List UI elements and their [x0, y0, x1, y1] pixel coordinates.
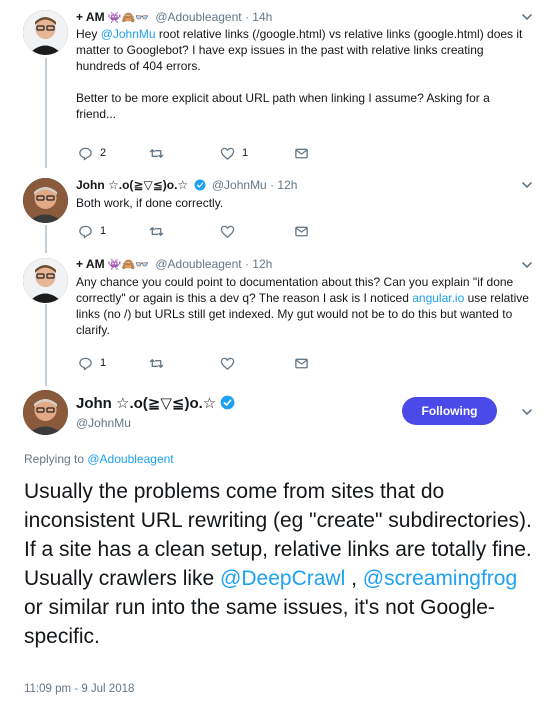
like-button[interactable]	[220, 223, 235, 239]
chevron-down-icon[interactable]	[520, 258, 534, 272]
reply-count: 1	[100, 225, 107, 237]
separator: ·	[244, 257, 249, 271]
author-name[interactable]: + AM	[76, 257, 105, 271]
retweet-button[interactable]	[149, 355, 164, 371]
url-link[interactable]: angular.io	[412, 291, 464, 305]
like-icon	[220, 225, 235, 238]
reply-button[interactable]: 2	[78, 145, 106, 161]
author-emoji: 👾🙈👓	[107, 12, 149, 24]
reply-icon	[79, 147, 92, 160]
reply-icon	[79, 357, 92, 370]
like-button[interactable]: 1	[220, 145, 248, 161]
replying-to-mention[interactable]: @Adoubleagent	[87, 452, 173, 466]
message-button[interactable]	[294, 145, 309, 161]
verified-icon	[220, 395, 235, 410]
tweet-2[interactable]: John ☆.o(≧▽≦)o.☆ @JohnMu · 12h Both work…	[0, 168, 552, 248]
like-count: 1	[242, 147, 249, 159]
chevron-down-icon[interactable]	[520, 178, 534, 192]
main-author-name[interactable]: John ☆.o(≧▽≦)o.☆	[76, 394, 235, 412]
main-avatar[interactable]	[23, 390, 68, 435]
retweet-icon	[149, 358, 164, 368]
tweet-actions: 1	[76, 355, 336, 371]
separator: ·	[270, 178, 275, 192]
message-icon	[295, 148, 308, 158]
reply-button[interactable]: 1	[78, 355, 106, 371]
reply-count: 1	[100, 357, 107, 369]
tweet-1[interactable]: + AM 👾🙈👓 @Adoubleagent · 14h Hey @JohnMu…	[0, 0, 552, 168]
message-icon	[295, 358, 308, 368]
tweet-header: + AM 👾🙈👓 @Adoubleagent · 14h	[76, 9, 272, 26]
like-icon	[220, 357, 235, 370]
reply-icon	[79, 225, 92, 238]
mention-link[interactable]: @JohnMu	[101, 27, 156, 41]
retweet-icon	[149, 226, 164, 236]
tweet-header: + AM 👾🙈👓 @Adoubleagent · 12h	[76, 256, 272, 273]
tweet-header: John ☆.o(≧▽≦)o.☆ @JohnMu · 12h	[76, 177, 297, 193]
tweet-text: Hey @JohnMu root relative links (/google…	[76, 26, 531, 122]
mention-deepcrawl[interactable]: @DeepCrawl	[220, 567, 345, 590]
message-button[interactable]	[294, 223, 309, 239]
tweet-actions: 2 1	[76, 145, 336, 161]
main-author-handle[interactable]: @JohnMu	[76, 416, 131, 430]
author-handle[interactable]: @Adoubleagent	[155, 257, 241, 271]
mention-screamingfrog[interactable]: @screamingfrog	[363, 567, 517, 590]
author-handle[interactable]: @Adoubleagent	[155, 10, 241, 24]
chevron-down-icon[interactable]	[520, 10, 534, 24]
like-icon	[220, 147, 235, 160]
main-tweet-text: Usually the problems come from sites tha…	[24, 480, 532, 648]
like-button[interactable]	[220, 355, 235, 371]
tweet-time[interactable]: 12h	[252, 257, 272, 271]
tweet-3[interactable]: + AM 👾🙈👓 @Adoubleagent · 12h Any chance …	[0, 248, 552, 378]
reply-button[interactable]: 1	[78, 223, 106, 239]
retweet-button[interactable]	[149, 223, 164, 239]
author-handle[interactable]: @JohnMu	[212, 178, 267, 192]
following-button[interactable]: Following	[402, 397, 497, 425]
message-icon	[295, 226, 308, 236]
tweet-time[interactable]: 12h	[277, 178, 297, 192]
message-button[interactable]	[294, 355, 309, 371]
author-name[interactable]: + AM	[76, 10, 105, 24]
tweet-timestamp[interactable]: 11:09 pm - 9 Jul 2018	[24, 683, 134, 695]
avatar[interactable]	[23, 178, 68, 223]
tweet-text: Any chance you could point to documentat…	[76, 275, 529, 337]
chevron-down-icon[interactable]	[520, 405, 534, 419]
tweet-actions: 1	[76, 223, 336, 239]
author-emoji: 👾🙈👓	[107, 259, 149, 271]
tweet-text-2: Better to be more explicit about URL pat…	[76, 91, 490, 121]
avatar[interactable]	[23, 10, 68, 55]
reply-count: 2	[100, 147, 107, 159]
author-name[interactable]: John ☆.o(≧▽≦)o.☆	[76, 178, 188, 192]
tweet-text: Both work, if done correctly.	[76, 196, 224, 210]
separator: ·	[244, 10, 249, 24]
tweet-time[interactable]: 14h	[252, 10, 272, 24]
replying-to: Replying to @Adoubleagent	[24, 452, 174, 466]
retweet-button[interactable]	[149, 145, 164, 161]
verified-icon	[194, 179, 206, 191]
retweet-icon	[149, 148, 164, 158]
avatar[interactable]	[23, 258, 68, 303]
